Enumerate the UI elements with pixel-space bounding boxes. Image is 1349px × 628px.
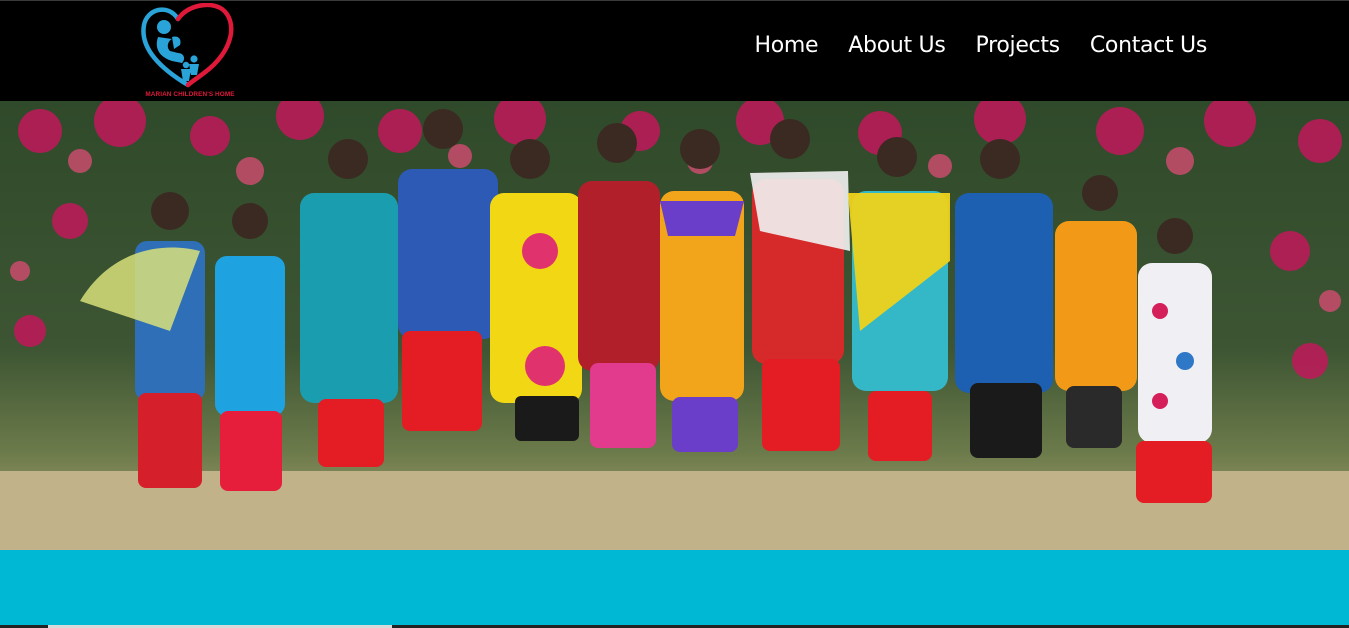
site-header: MARIAN CHILDREN'S HOME Home About Us Pro…: [0, 0, 1349, 101]
nav-projects[interactable]: Projects: [976, 31, 1061, 61]
site-logo[interactable]: MARIAN CHILDREN'S HOME: [138, 3, 242, 99]
nav-contact-us[interactable]: Contact Us: [1090, 31, 1207, 61]
heart-mother-children-icon: [141, 3, 234, 88]
logo-text: MARIAN CHILDREN'S HOME: [145, 91, 235, 98]
nav-about-us[interactable]: About Us: [848, 31, 946, 61]
hero-photo: [0, 101, 1349, 550]
hero-photo-illustration: [0, 101, 1349, 550]
content-band: [0, 550, 1349, 628]
nav-home[interactable]: Home: [755, 31, 819, 61]
main-nav: Home About Us Projects Contact Us: [755, 31, 1208, 61]
